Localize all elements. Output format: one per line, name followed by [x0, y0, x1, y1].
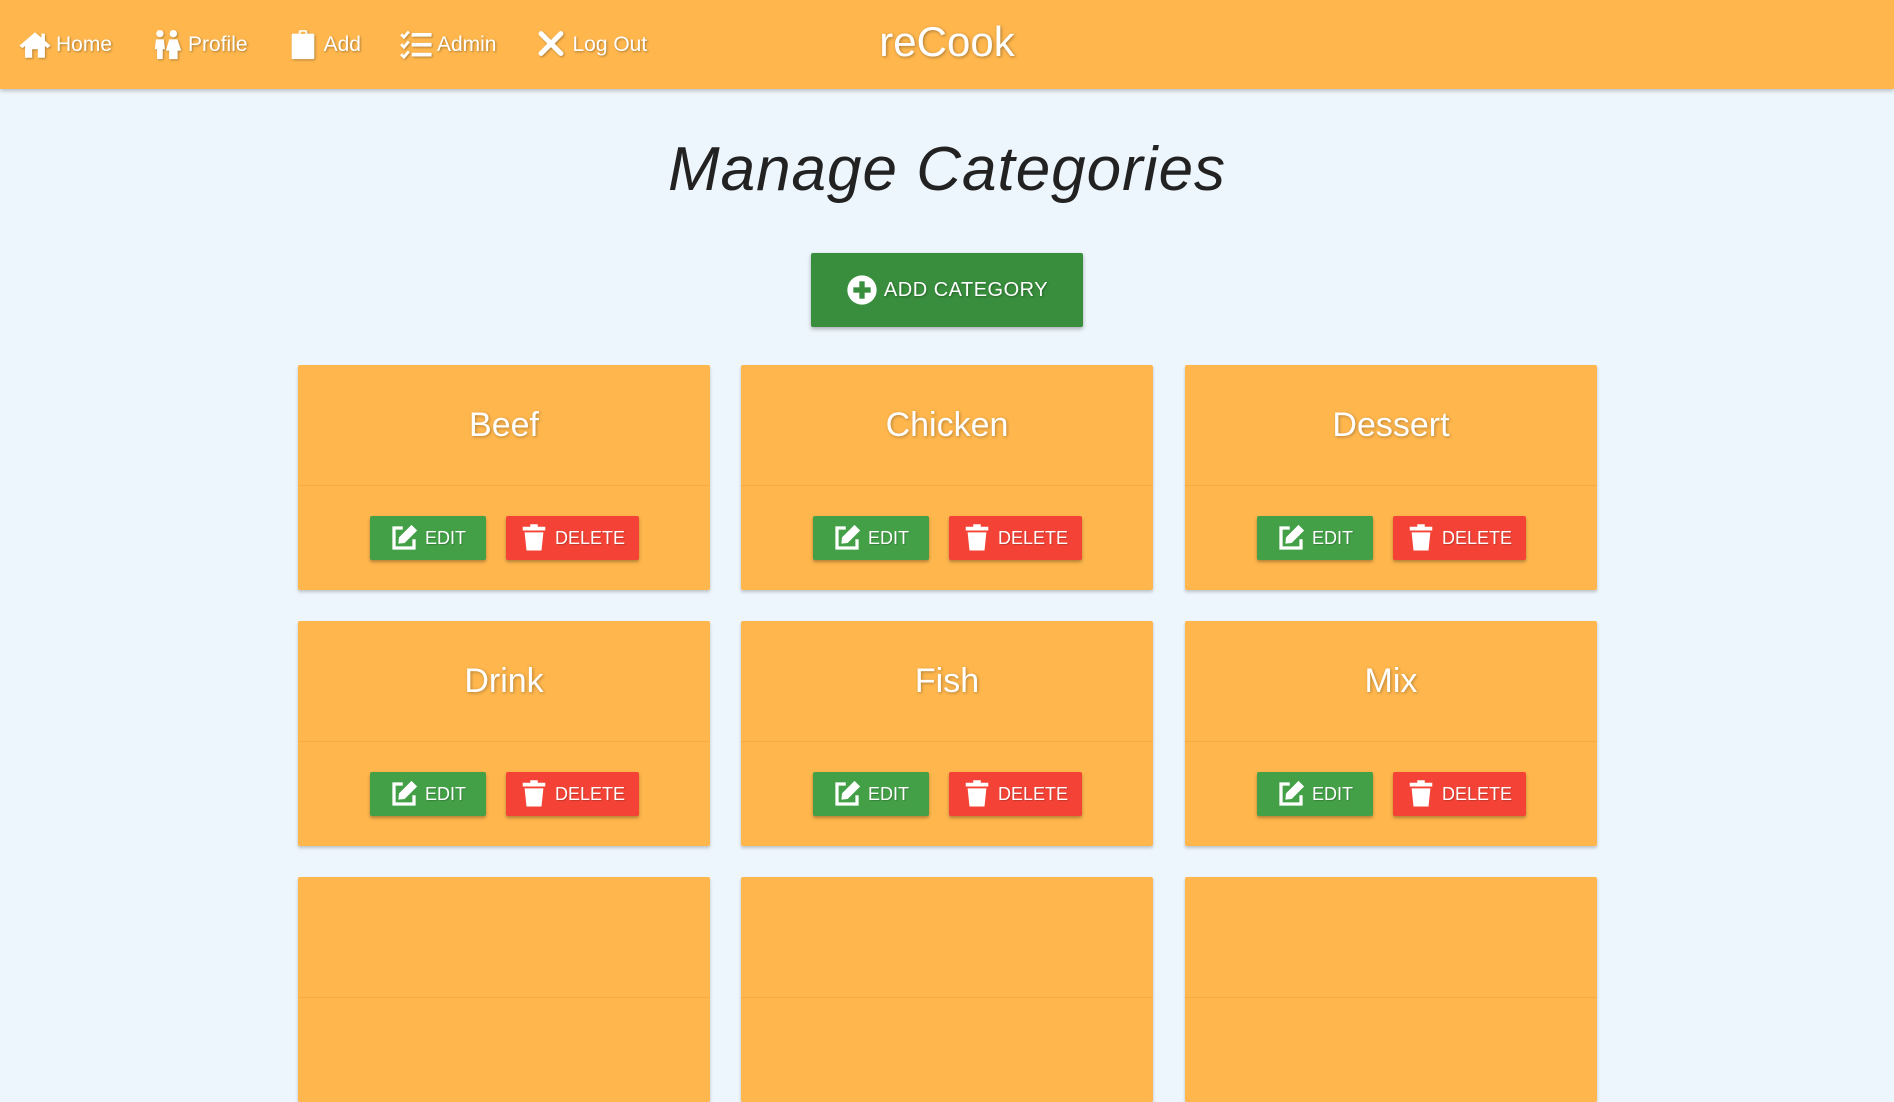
- home-icon: [19, 32, 51, 58]
- category-card: [1185, 877, 1597, 1102]
- edit-icon: [835, 524, 861, 550]
- category-card: [298, 877, 710, 1102]
- trash-icon: [965, 524, 989, 551]
- nav-logout-label: Log Out: [572, 33, 648, 56]
- edit-label: EDIT: [1311, 783, 1353, 804]
- card-actions: EDIT DELETE: [298, 742, 710, 816]
- delete-button[interactable]: DELETE: [505, 772, 639, 816]
- delete-label: DELETE: [997, 783, 1069, 804]
- trash-icon: [965, 780, 989, 807]
- edit-button[interactable]: EDIT: [369, 772, 486, 816]
- nav-profile-label: Profile: [188, 33, 248, 56]
- edit-label: EDIT: [424, 783, 466, 804]
- delete-label: DELETE: [554, 527, 626, 548]
- delete-label: DELETE: [997, 527, 1069, 548]
- category-name: Drink: [298, 621, 710, 742]
- nav-profile-link[interactable]: Profile: [150, 28, 248, 62]
- category-card: Mix EDIT DELETE: [1185, 621, 1597, 846]
- edit-button[interactable]: EDIT: [812, 772, 929, 816]
- nav-admin-link[interactable]: Admin: [399, 28, 497, 62]
- category-card: Drink EDIT DELETE: [298, 621, 710, 846]
- edit-button[interactable]: EDIT: [812, 516, 929, 560]
- trash-icon: [522, 524, 546, 551]
- nav-add-label: Add: [323, 33, 361, 56]
- edit-button[interactable]: EDIT: [1256, 516, 1373, 560]
- category-name: Dessert: [1185, 365, 1597, 486]
- close-icon: [539, 31, 564, 57]
- nav-home-link[interactable]: Home: [18, 28, 112, 62]
- delete-label: DELETE: [554, 783, 626, 804]
- edit-icon: [835, 780, 861, 806]
- delete-button[interactable]: DELETE: [948, 772, 1082, 816]
- checklist-icon: [400, 30, 432, 60]
- clipboard-icon: [291, 30, 314, 60]
- edit-icon: [1279, 524, 1305, 550]
- category-card: Chicken EDIT DELETE: [741, 365, 1153, 590]
- plus-circle-icon: [847, 275, 877, 305]
- brand-logo[interactable]: reCook: [879, 18, 1014, 65]
- delete-button[interactable]: DELETE: [948, 516, 1082, 560]
- category-name: [741, 877, 1153, 998]
- navbar: Home Profile Add Admin Log Out reCook: [0, 0, 1894, 89]
- category-name: Fish: [741, 621, 1153, 742]
- nav-admin-label: Admin: [436, 33, 497, 56]
- category-name: [298, 877, 710, 998]
- edit-label: EDIT: [1311, 527, 1353, 548]
- edit-button[interactable]: EDIT: [1256, 772, 1373, 816]
- delete-button[interactable]: DELETE: [505, 516, 639, 560]
- page-title: Manage Categories: [667, 135, 1227, 204]
- add-category-label: ADD CATEGORY: [883, 278, 1049, 301]
- edit-icon: [392, 524, 418, 550]
- category-card: Fish EDIT DELETE: [741, 621, 1153, 846]
- nav-logout-link[interactable]: Log Out: [534, 28, 647, 62]
- delete-label: DELETE: [1441, 527, 1513, 548]
- delete-button[interactable]: DELETE: [1392, 772, 1526, 816]
- category-card: Dessert EDIT DELETE: [1185, 365, 1597, 590]
- category-name: Beef: [298, 365, 710, 486]
- edit-button[interactable]: EDIT: [369, 516, 486, 560]
- card-actions: EDIT DELETE: [298, 486, 710, 560]
- trash-icon: [1409, 524, 1433, 551]
- edit-label: EDIT: [867, 783, 909, 804]
- trash-icon: [1409, 780, 1433, 807]
- people-icon: [154, 29, 182, 60]
- nav-add-link[interactable]: Add: [286, 28, 361, 62]
- card-actions: EDIT DELETE: [1185, 486, 1597, 560]
- category-card: [741, 877, 1153, 1102]
- edit-label: EDIT: [867, 527, 909, 548]
- delete-label: DELETE: [1441, 783, 1513, 804]
- edit-label: EDIT: [424, 527, 466, 548]
- edit-icon: [1279, 780, 1305, 806]
- card-actions: EDIT DELETE: [741, 486, 1153, 560]
- category-name: [1185, 877, 1597, 998]
- category-name: Chicken: [741, 365, 1153, 486]
- edit-icon: [392, 780, 418, 806]
- nav-links: Home Profile Add Admin Log Out: [18, 28, 685, 62]
- nav-home-label: Home: [56, 33, 113, 56]
- trash-icon: [522, 780, 546, 807]
- card-actions: EDIT DELETE: [741, 742, 1153, 816]
- category-name: Mix: [1185, 621, 1597, 742]
- card-actions: EDIT DELETE: [1185, 742, 1597, 816]
- add-category-button[interactable]: ADD CATEGORY: [811, 253, 1083, 327]
- category-card: Beef EDIT DELETE: [298, 365, 710, 590]
- delete-button[interactable]: DELETE: [1392, 516, 1526, 560]
